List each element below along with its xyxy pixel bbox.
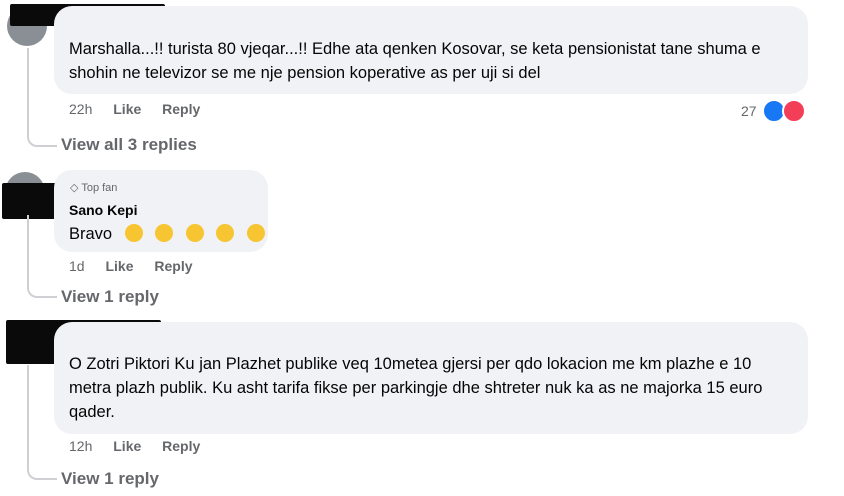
comment-meta: 22h Like Reply xyxy=(69,101,200,117)
top-fan-badge: ◇ Top fan xyxy=(70,182,118,194)
comment-meta: 12h Like Reply xyxy=(69,438,200,454)
comment-author[interactable]: Sano Kepi xyxy=(69,202,137,218)
clapping-hands-icon xyxy=(155,223,174,242)
reply-button[interactable]: Reply xyxy=(162,438,200,454)
view-replies-link[interactable]: View all 3 replies xyxy=(61,135,197,155)
like-button[interactable]: Like xyxy=(113,438,141,454)
like-button[interactable]: Like xyxy=(105,258,133,274)
reply-thread-line xyxy=(27,215,57,298)
reaction-count[interactable]: 27 xyxy=(741,103,757,119)
clapping-hands-icon xyxy=(124,223,143,242)
comment-time[interactable]: 12h xyxy=(69,438,92,454)
comment-time[interactable]: 22h xyxy=(69,101,92,117)
like-button[interactable]: Like xyxy=(113,101,141,117)
comment-text: O Zotri Piktori Ku jan Plazhet publike v… xyxy=(69,355,763,421)
clapping-hands-icon xyxy=(185,223,204,242)
view-replies-link[interactable]: View 1 reply xyxy=(61,469,159,489)
comment-time[interactable]: 1d xyxy=(69,258,85,274)
clapping-hands-icon xyxy=(247,223,266,242)
clapping-hands-icon xyxy=(216,223,235,242)
comment-meta: 1d Like Reply xyxy=(69,258,193,274)
reply-button[interactable]: Reply xyxy=(154,258,192,274)
comment-text: Marshalla...!! turista 80 vjeqar...!! Ed… xyxy=(69,40,761,82)
reply-thread-line xyxy=(27,48,57,147)
reply-button[interactable]: Reply xyxy=(162,101,200,117)
view-replies-link[interactable]: View 1 reply xyxy=(61,287,159,307)
love-reaction-icon xyxy=(782,99,806,123)
comment-text: Bravo xyxy=(69,222,266,246)
reply-thread-line xyxy=(27,365,57,480)
diamond-icon: ◇ xyxy=(70,182,82,194)
